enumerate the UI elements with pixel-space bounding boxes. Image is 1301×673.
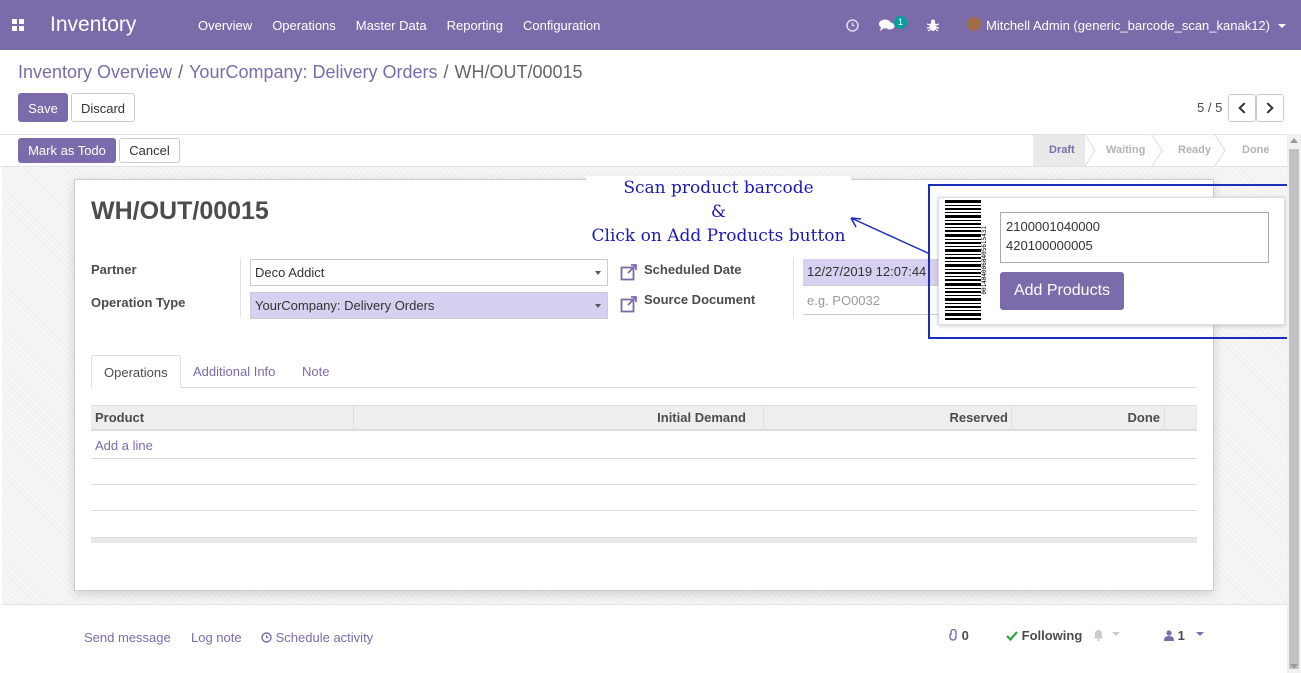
breadcrumb-separator: / [178, 62, 184, 82]
column-done[interactable]: Done [1128, 406, 1161, 430]
annotation-line-3: Click on Add Products button [591, 226, 846, 246]
annotation-arrow [850, 217, 931, 255]
chat-badge: 1 [894, 16, 908, 29]
tab-additional-info[interactable]: Additional Info [181, 355, 287, 388]
page-scrollbar[interactable] [1287, 134, 1301, 673]
external-link-icon[interactable] [620, 263, 638, 281]
chat-icon[interactable] [879, 19, 895, 32]
top-navbar: Inventory Overview Operations Master Dat… [0, 0, 1301, 50]
column-divider [1011, 406, 1012, 430]
app-title[interactable]: Inventory [50, 13, 136, 37]
status-bar: Mark as Todo Cancel Draft Waiting Ready … [0, 134, 1301, 167]
menu-operations[interactable]: Operations [262, 18, 346, 33]
partner-field[interactable]: Deco Addict [250, 259, 608, 286]
record-name: WH/OUT/00015 [91, 197, 269, 225]
attachments-button[interactable]: 0 [949, 628, 969, 643]
follower-count: 1 [1177, 628, 1185, 643]
table-row [91, 484, 1197, 485]
instruction-annotation: Scan product barcode & Click on Add Prod… [586, 176, 851, 248]
partner-label: Partner [91, 262, 137, 277]
source-document-label: Source Document [644, 292, 756, 307]
partner-value: Deco Addict [255, 265, 325, 280]
add-a-line-link[interactable]: Add a line [95, 438, 153, 453]
stage-arrows [1084, 135, 1226, 166]
annotation-line-2: & [710, 202, 727, 222]
source-document-field[interactable]: e.g. PO0032 [803, 288, 943, 315]
following-button[interactable]: Following [1006, 628, 1082, 643]
scroll-down-arrow[interactable] [1290, 664, 1298, 669]
save-button[interactable]: Save [18, 93, 68, 122]
breadcrumb-current: WH/OUT/00015 [454, 62, 583, 82]
field-divider [240, 258, 241, 318]
annotation-line-1: Scan product barcode [623, 178, 814, 198]
operation-type-label: Operation Type [91, 295, 186, 310]
pager-previous-button[interactable] [1228, 94, 1256, 122]
bell-icon[interactable] [1093, 629, 1104, 641]
cancel-button[interactable]: Cancel [119, 138, 180, 163]
column-product[interactable]: Product [95, 406, 144, 430]
column-divider [353, 406, 354, 430]
user-menu[interactable]: Mitchell Admin (generic_barcode_scan_kan… [986, 18, 1270, 33]
pager-next-button[interactable] [1256, 94, 1284, 122]
menu-master-data[interactable]: Master Data [346, 18, 437, 33]
check-icon [1006, 631, 1018, 642]
highlight-frame [928, 184, 1299, 339]
operations-table-header: Product Initial Demand Reserved Done [91, 405, 1197, 431]
scroll-up-arrow[interactable] [1290, 138, 1298, 143]
schedule-activity-label: Schedule activity [275, 630, 374, 645]
followers-caret-icon[interactable] [1196, 632, 1204, 636]
scroll-thumb[interactable] [1289, 149, 1299, 669]
chevron-left-icon [1238, 102, 1250, 114]
menu-reporting[interactable]: Reporting [437, 18, 513, 33]
table-footer [91, 537, 1197, 543]
menu-configuration[interactable]: Configuration [513, 18, 610, 33]
field-divider [793, 258, 794, 318]
paperclip-icon [949, 628, 957, 641]
tab-operations[interactable]: Operations [91, 355, 181, 388]
bell-caret-icon[interactable] [1112, 632, 1120, 636]
external-link-icon[interactable] [620, 295, 638, 313]
discard-button[interactable]: Discard [71, 93, 135, 122]
tab-note[interactable]: Note [290, 355, 341, 388]
column-reserved[interactable]: Reserved [949, 406, 1008, 430]
followers-button[interactable]: 1 [1164, 628, 1185, 643]
dropdown-caret-icon [595, 304, 601, 308]
clock-icon [261, 632, 272, 643]
bug-icon[interactable] [927, 19, 939, 32]
operation-type-value: YourCompany: Delivery Orders [255, 298, 435, 313]
scheduled-date-label: Scheduled Date [644, 262, 742, 277]
main-menu: Overview Operations Master Data Reportin… [188, 0, 610, 50]
scheduled-date-field[interactable]: 12/27/2019 12:07:44 [803, 259, 943, 286]
column-divider [1164, 406, 1165, 430]
chevron-right-icon [1262, 102, 1274, 114]
table-row [91, 510, 1197, 511]
breadcrumb-separator: / [443, 62, 449, 82]
column-divider [763, 406, 764, 430]
operation-type-field[interactable]: YourCompany: Delivery Orders [250, 292, 608, 319]
notebook-tabs: Operations Additional Info Note [91, 355, 1197, 388]
pager-value[interactable]: 5 / 5 [1197, 100, 1222, 115]
attachment-count: 0 [961, 628, 969, 643]
column-initial-demand[interactable]: Initial Demand [657, 406, 746, 430]
breadcrumb: Inventory Overview / YourCompany: Delive… [18, 62, 583, 83]
breadcrumb-delivery-orders[interactable]: YourCompany: Delivery Orders [189, 62, 437, 83]
menu-overview[interactable]: Overview [188, 18, 262, 33]
log-note-button[interactable]: Log note [191, 630, 242, 645]
user-caret-icon[interactable] [1278, 24, 1286, 28]
schedule-activity-button[interactable]: Schedule activity [261, 630, 373, 645]
user-avatar[interactable] [967, 17, 981, 31]
dropdown-caret-icon [595, 271, 601, 275]
user-icon [1164, 630, 1174, 641]
apps-menu-icon[interactable] [12, 19, 24, 31]
mark-as-todo-button[interactable]: Mark as Todo [18, 138, 116, 163]
clock-icon[interactable] [846, 19, 859, 32]
following-label: Following [1021, 628, 1083, 643]
table-row [91, 458, 1197, 459]
chatter-divider [2, 604, 1287, 605]
stage-draft[interactable]: Draft [1033, 135, 1085, 166]
send-message-button[interactable]: Send message [84, 630, 171, 645]
breadcrumb-inventory-overview[interactable]: Inventory Overview [18, 62, 172, 83]
